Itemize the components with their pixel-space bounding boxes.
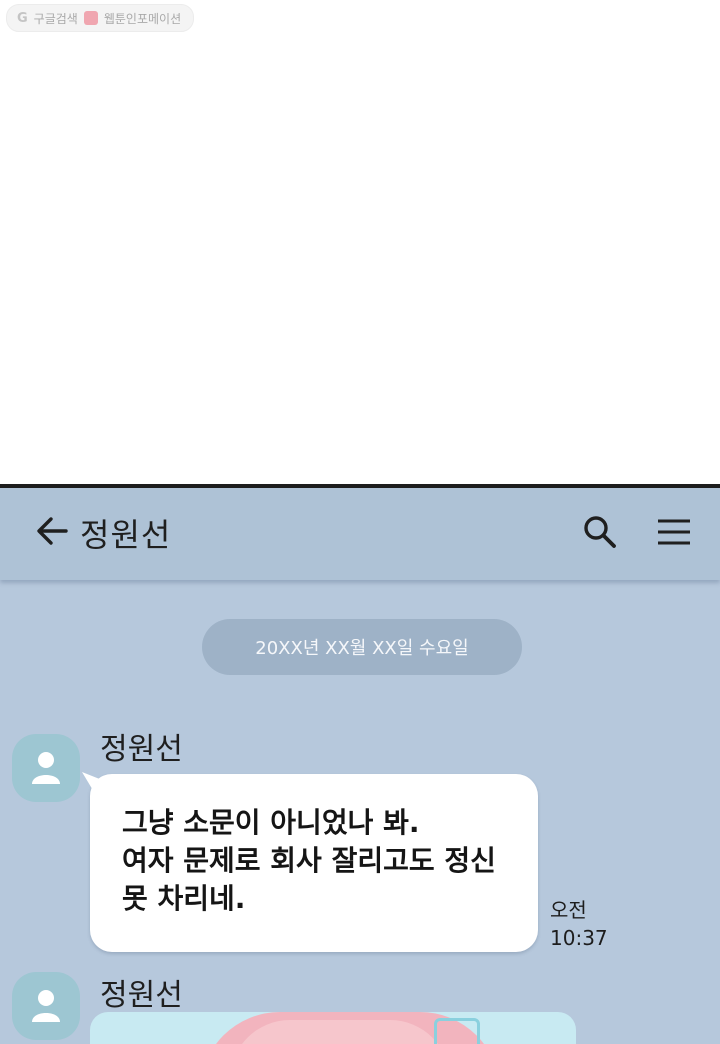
chat-screen: 정원선 20XX년 XX월 XX일 수요일 정원선 그냥 소문이 아니었나 봐.… — [0, 484, 720, 1044]
message-line: 그냥 소문이 아니었나 봐. — [122, 806, 420, 839]
message-line: 여자 문제로 회사 잘리고도 정신 — [122, 844, 496, 877]
person-icon — [32, 990, 60, 1022]
chat-header: 정원선 — [0, 488, 720, 580]
menu-icon[interactable] — [654, 512, 694, 552]
image-content-frame — [434, 1018, 480, 1044]
chat-title: 정원선 — [80, 516, 172, 554]
watermark-badge: G 구글검색 웹툰인포메이션 — [6, 4, 195, 32]
date-label: 20XX년 XX월 XX일 수요일 — [255, 638, 469, 659]
message-line: 못 차리네. — [122, 882, 246, 915]
avatar[interactable] — [12, 972, 80, 1040]
time-value: 10:37 — [550, 926, 608, 950]
sender-name: 정원선 — [100, 978, 183, 1013]
avatar[interactable] — [12, 734, 80, 802]
site-logo-icon — [83, 11, 98, 25]
google-icon: G — [17, 10, 28, 26]
watermark-site-text: 웹툰인포메이션 — [103, 11, 182, 26]
message-bubble[interactable]: 그냥 소문이 아니었나 봐. 여자 문제로 회사 잘리고도 정신 못 차리네. — [82, 772, 538, 952]
time-period: 오전 — [550, 898, 587, 922]
search-icon[interactable] — [580, 512, 620, 552]
date-divider: 20XX년 XX월 XX일 수요일 — [202, 619, 522, 675]
message-text: 그냥 소문이 아니었나 봐. 여자 문제로 회사 잘리고도 정신 못 차리네. — [122, 804, 532, 918]
back-arrow-icon[interactable] — [34, 512, 72, 550]
person-icon — [32, 752, 60, 784]
sender-name: 정원선 — [100, 732, 183, 767]
bubble-tail — [82, 772, 104, 794]
image-message[interactable] — [90, 1012, 576, 1044]
watermark-search-text: 구글검색 — [33, 11, 78, 26]
message-timestamp: 오전 10:37 — [550, 896, 608, 952]
